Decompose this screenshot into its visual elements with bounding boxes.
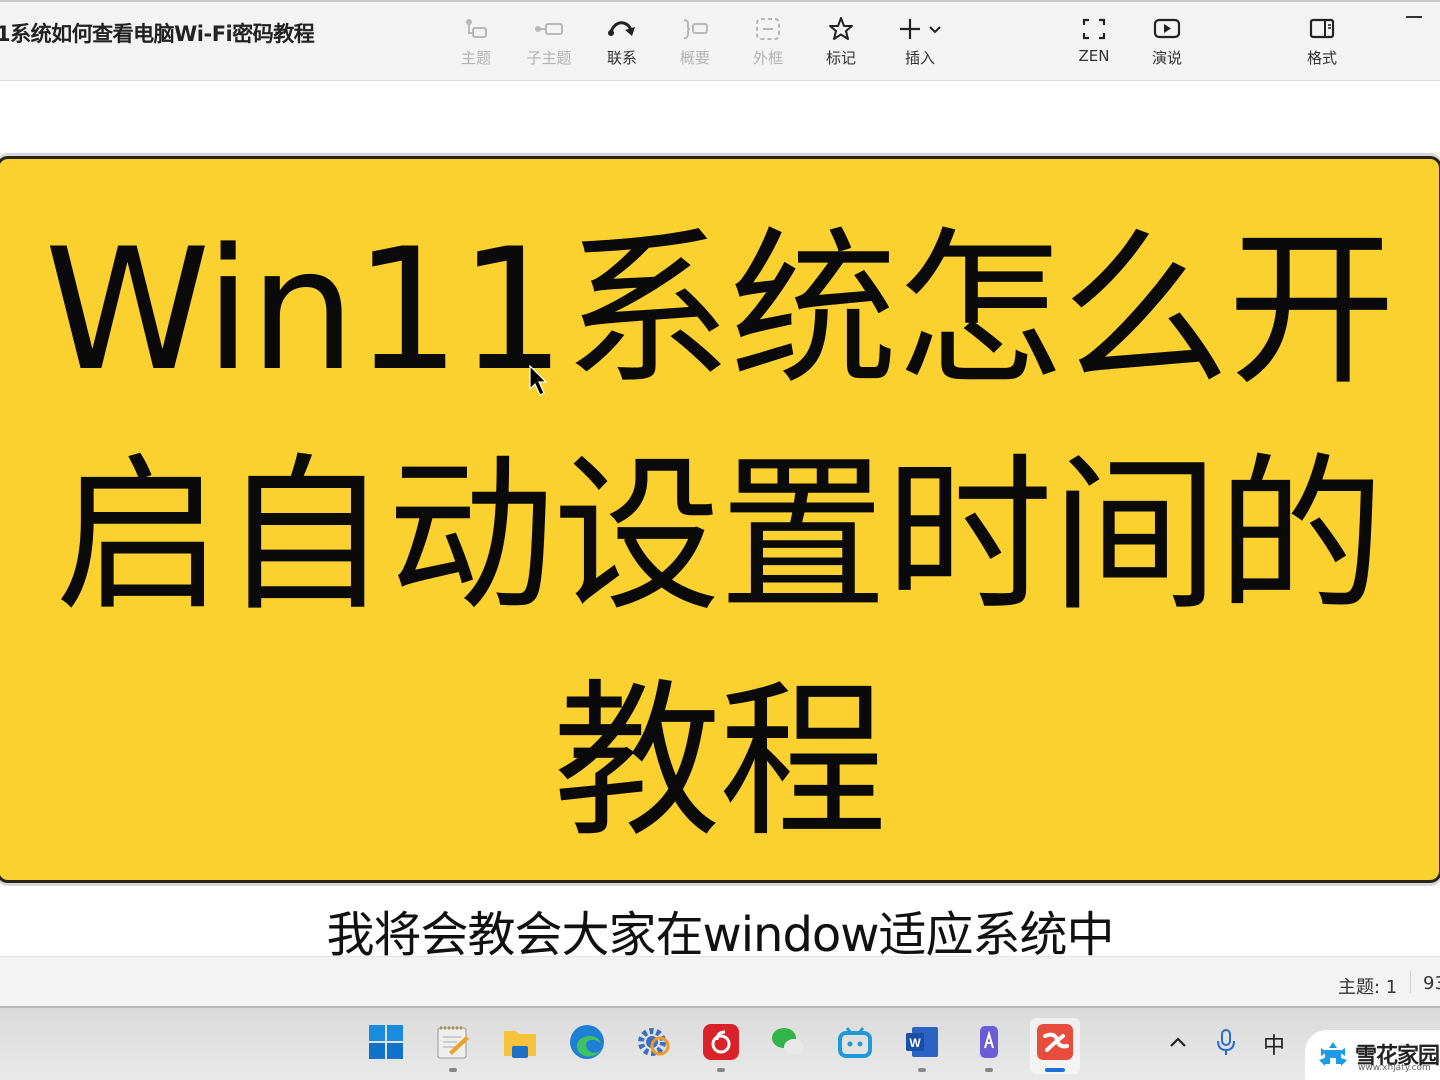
taskbar: W 中 bbox=[0, 1008, 1440, 1080]
subtopic-icon bbox=[519, 14, 579, 44]
document-title: 1系统如何查看电脑Wi-Fi密码教程 bbox=[0, 22, 315, 46]
microphone-icon bbox=[1217, 1029, 1235, 1055]
chevron-down-icon bbox=[929, 26, 941, 34]
edge-icon bbox=[570, 1025, 604, 1059]
panel-icon bbox=[1292, 14, 1352, 44]
notepad-icon bbox=[437, 1026, 469, 1059]
format-button[interactable]: 格式 bbox=[1292, 14, 1352, 68]
taskbar-phone-app[interactable] bbox=[964, 1018, 1014, 1074]
taskbar-settings-tool[interactable] bbox=[629, 1018, 679, 1074]
topic-count: 主题: 1 bbox=[1338, 977, 1398, 998]
central-topic[interactable]: Win11系统怎么开 启自动设置时间的 教程 bbox=[0, 156, 1440, 883]
zoom-level[interactable]: 93 bbox=[1423, 973, 1440, 994]
marker-button[interactable]: 标记 bbox=[811, 14, 871, 68]
microphone-button[interactable] bbox=[1216, 1028, 1236, 1062]
netease-music-icon bbox=[703, 1024, 739, 1060]
svg-text:W: W bbox=[909, 1036, 921, 1050]
summary-button[interactable]: 概要 bbox=[665, 14, 725, 68]
taskbar-netease-music[interactable] bbox=[696, 1018, 746, 1074]
star-icon bbox=[811, 14, 871, 44]
minimize-button[interactable] bbox=[1406, 16, 1422, 18]
toolbar: 1系统如何查看电脑Wi-Fi密码教程 主题 子主题 联系 概要 外框 标记 插入… bbox=[0, 0, 1440, 81]
boundary-button[interactable]: 外框 bbox=[738, 14, 798, 68]
wechat-icon bbox=[772, 1028, 804, 1055]
plus-icon bbox=[900, 19, 920, 39]
folder-icon bbox=[504, 1031, 536, 1058]
fullscreen-icon bbox=[1064, 14, 1124, 44]
relationship-button[interactable]: 联系 bbox=[592, 14, 652, 68]
windows-start-icon bbox=[369, 1025, 403, 1059]
insert-button[interactable]: 插入 bbox=[890, 14, 950, 68]
status-bar: 主题: 1 93 bbox=[0, 956, 1440, 1008]
mindmap-canvas[interactable]: Win11系统怎么开 启自动设置时间的 教程 bbox=[0, 82, 1440, 956]
taskbar-edge[interactable] bbox=[562, 1018, 612, 1074]
gear-tool-icon bbox=[638, 1028, 670, 1056]
taskbar-wechat[interactable] bbox=[763, 1018, 813, 1074]
status-divider bbox=[1410, 971, 1411, 993]
taskbar-bilibili[interactable] bbox=[830, 1018, 880, 1074]
subtopic-button[interactable]: 子主题 bbox=[519, 14, 579, 68]
play-icon bbox=[1137, 14, 1197, 44]
zen-button[interactable]: ZEN bbox=[1064, 14, 1124, 65]
taskbar-word[interactable]: W bbox=[897, 1018, 947, 1074]
xmind-icon bbox=[1037, 1024, 1073, 1060]
phone-app-icon bbox=[980, 1026, 998, 1058]
topic-icon bbox=[446, 14, 506, 44]
mouse-cursor-icon bbox=[529, 365, 548, 396]
topic-button[interactable]: 主题 bbox=[446, 14, 506, 68]
topic-line-2: 启自动设置时间的 bbox=[55, 438, 1385, 634]
watermark: 雪花家园 www.xhjaty.com bbox=[1305, 1030, 1440, 1080]
taskbar-start[interactable] bbox=[361, 1018, 411, 1074]
summary-brace-icon bbox=[665, 14, 725, 44]
taskbar-notepad[interactable] bbox=[428, 1018, 478, 1074]
tray-overflow-chevron[interactable] bbox=[1168, 1030, 1188, 1055]
topic-line-1: Win11系统怎么开 bbox=[44, 212, 1395, 408]
taskbar-xmind[interactable] bbox=[1030, 1018, 1080, 1074]
central-topic-text: Win11系统怎么开 启自动设置时间的 教程 bbox=[0, 199, 1439, 873]
bilibili-icon bbox=[838, 1027, 872, 1058]
chevron-up-icon bbox=[1170, 1037, 1186, 1047]
snowflake-logo-icon bbox=[1319, 1042, 1347, 1066]
boundary-icon bbox=[738, 14, 798, 44]
pitch-button[interactable]: 演说 bbox=[1137, 14, 1197, 68]
taskbar-file-explorer[interactable] bbox=[495, 1018, 545, 1074]
topic-line-3: 教程 bbox=[553, 664, 887, 860]
word-icon: W bbox=[906, 1027, 938, 1057]
relationship-arrow-icon bbox=[592, 14, 652, 44]
ime-indicator[interactable]: 中 bbox=[1263, 1028, 1285, 1060]
